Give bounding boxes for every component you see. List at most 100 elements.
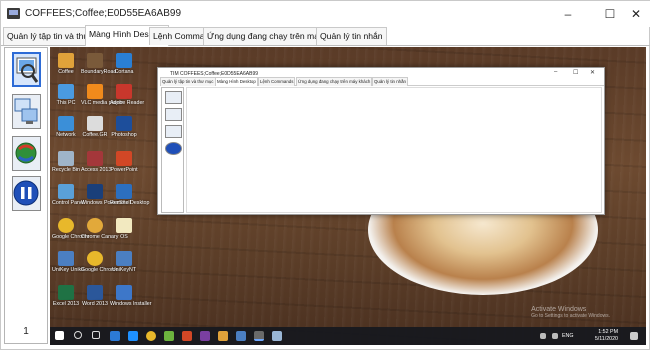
nested-refresh-button[interactable] bbox=[165, 125, 182, 138]
desktop-icon[interactable]: Photoshop bbox=[110, 116, 138, 138]
edge-icon[interactable] bbox=[110, 331, 120, 341]
network-tray-icon[interactable] bbox=[540, 333, 546, 339]
desktop-icon[interactable]: Word 2013 bbox=[81, 285, 109, 307]
tab-messages[interactable]: Quản lý tin nhắn bbox=[316, 27, 387, 45]
activation-watermark: Activate Windows Go to Settings to activ… bbox=[531, 306, 610, 319]
search-icon[interactable] bbox=[74, 331, 82, 339]
network-icon bbox=[58, 116, 74, 131]
pause-button[interactable] bbox=[12, 176, 41, 211]
ie-icon[interactable] bbox=[128, 331, 138, 341]
powerpoint-icon bbox=[116, 151, 132, 166]
nested-tab-messages[interactable]: Quản lý tin nhắn bbox=[372, 77, 408, 86]
excel-icon bbox=[58, 285, 74, 300]
notifications-icon[interactable] bbox=[630, 332, 638, 340]
desktop-icon[interactable]: UniKeyNT bbox=[110, 251, 138, 273]
nested-tab-commands[interactable]: Lệnh Commands bbox=[258, 77, 296, 86]
chrome-icon[interactable] bbox=[146, 331, 156, 341]
minimize-button[interactable]: – bbox=[551, 1, 585, 27]
nested-pause-button[interactable] bbox=[165, 142, 182, 155]
title-bar[interactable]: COFFEES;Coffee;E0D55EA6AB99 – ☐ ✕ bbox=[1, 1, 650, 27]
desktop-icon[interactable]: PowerPoint bbox=[110, 151, 138, 173]
clock-date[interactable]: 5/11/2020 bbox=[590, 336, 618, 342]
access-icon bbox=[87, 151, 103, 166]
nested-tab-desktop-screen[interactable]: Màng Hình Desktop bbox=[215, 77, 258, 86]
app-window: COFFEES;Coffee;E0D55EA6AB99 – ☐ ✕ Quản l… bbox=[0, 0, 650, 350]
nested-minimize-button[interactable]: – bbox=[554, 69, 557, 75]
file-icon bbox=[116, 218, 132, 233]
desktop-icon[interactable]: Remote Desktop bbox=[110, 184, 149, 206]
desktop-icon[interactable]: Windows Installer bbox=[110, 285, 152, 307]
app-icon bbox=[116, 53, 132, 68]
computer-icon bbox=[58, 84, 74, 99]
folder-icon bbox=[58, 53, 74, 68]
nested-tab-file-manager[interactable]: Quản lý tập tin và thư mục bbox=[160, 77, 216, 86]
desktop-icon[interactable]: Adobe Reader bbox=[110, 84, 144, 106]
pause-icon bbox=[13, 180, 39, 206]
control-panel-icon bbox=[58, 184, 74, 199]
desktop-icon[interactable]: Cortana bbox=[110, 53, 138, 75]
chrome-icon bbox=[87, 251, 103, 266]
app-monitor-icon bbox=[7, 8, 20, 19]
desktop-icon[interactable]: Network bbox=[52, 116, 80, 138]
screen-capture-icon bbox=[16, 57, 39, 83]
close-button[interactable]: ✕ bbox=[619, 1, 650, 27]
desktop-icon[interactable]: BoundaryRoad bbox=[81, 53, 116, 75]
nested-screen-capture-button[interactable] bbox=[165, 91, 182, 104]
app-icon[interactable] bbox=[236, 331, 246, 341]
desktop-icon[interactable]: Coffee bbox=[52, 53, 80, 75]
nested-tab-running-apps[interactable]: Ứng dụng đang chạy trên máy khách bbox=[296, 77, 373, 86]
refresh-globe-icon bbox=[15, 142, 37, 164]
windows-icon bbox=[116, 285, 132, 300]
desktop-icon[interactable]: Control Panel bbox=[52, 184, 84, 206]
unikey-icon bbox=[116, 251, 132, 266]
chrome-icon bbox=[58, 218, 74, 233]
unikey-icon bbox=[58, 251, 74, 266]
app-icon[interactable] bbox=[182, 331, 192, 341]
nested-monitors-button[interactable] bbox=[165, 108, 182, 121]
desktop-icon[interactable]: Coffee.GR bbox=[81, 116, 109, 138]
page-number: 1 bbox=[23, 326, 29, 337]
language-indicator[interactable]: ENG bbox=[562, 333, 573, 339]
desktop-icon[interactable]: Chrome Canary bbox=[81, 218, 118, 240]
nested-tab-bar: Quản lý tập tin và thư mục Màng Hình Des… bbox=[160, 77, 604, 86]
monitors-button[interactable] bbox=[12, 94, 41, 129]
desktop-icon[interactable]: OS bbox=[110, 218, 138, 240]
file-explorer-icon[interactable] bbox=[218, 331, 228, 341]
desktop-icon[interactable]: VLC media player bbox=[81, 84, 123, 106]
monitors-icon bbox=[14, 98, 38, 124]
remote-desktop-icon bbox=[116, 184, 132, 199]
app-icon[interactable] bbox=[200, 331, 210, 341]
desktop-icon[interactable]: Google Chrome bbox=[81, 251, 118, 273]
desktop-icon[interactable]: Access 2013 bbox=[81, 151, 111, 173]
remote-desktop-view[interactable]: Coffee BoundaryRoad Cortana This PC VLC … bbox=[50, 47, 646, 345]
chrome-canary-icon bbox=[87, 218, 103, 233]
app-icon[interactable] bbox=[254, 331, 264, 341]
desktop-icon[interactable]: Google Chrome bbox=[52, 218, 89, 240]
nested-maximize-button[interactable]: ☐ bbox=[573, 69, 578, 76]
task-view-icon[interactable] bbox=[92, 331, 100, 339]
desktop-icon[interactable]: UniKey Unikit bbox=[52, 251, 84, 273]
photoshop-icon bbox=[116, 116, 132, 131]
app-icon[interactable] bbox=[164, 331, 174, 341]
refresh-globe-button[interactable] bbox=[12, 136, 41, 171]
desktop-icon[interactable]: This PC bbox=[52, 84, 80, 106]
pdf-icon bbox=[116, 84, 132, 99]
app-icon[interactable] bbox=[272, 331, 282, 341]
start-button[interactable] bbox=[55, 331, 64, 340]
nested-app-window[interactable]: TIM COFFEES;Coffee;E0D55EA6AB99 – ☐ ✕ Qu… bbox=[157, 67, 605, 215]
app-icon bbox=[87, 53, 103, 68]
nested-content-area bbox=[186, 87, 602, 213]
window-title: COFFEES;Coffee;E0D55EA6AB99 bbox=[25, 8, 182, 19]
recycle-bin-icon bbox=[58, 151, 74, 166]
desktop-icon[interactable]: Recycle Bin bbox=[52, 151, 80, 173]
volume-tray-icon[interactable] bbox=[552, 333, 558, 339]
desktop-icon[interactable]: Excel 2013 bbox=[52, 285, 80, 307]
screen-capture-button[interactable] bbox=[12, 52, 41, 87]
tool-sidebar: 1 bbox=[4, 47, 48, 344]
desktop-icon[interactable]: Windows PowerShell bbox=[81, 184, 131, 206]
tab-bar: Quản lý tập tin và thư mục Màng Hình Des… bbox=[1, 25, 650, 46]
vlc-icon bbox=[87, 84, 103, 99]
clock-time[interactable]: 1:52 PM bbox=[590, 329, 618, 335]
nested-close-button[interactable]: ✕ bbox=[590, 69, 595, 76]
file-icon bbox=[87, 116, 103, 131]
